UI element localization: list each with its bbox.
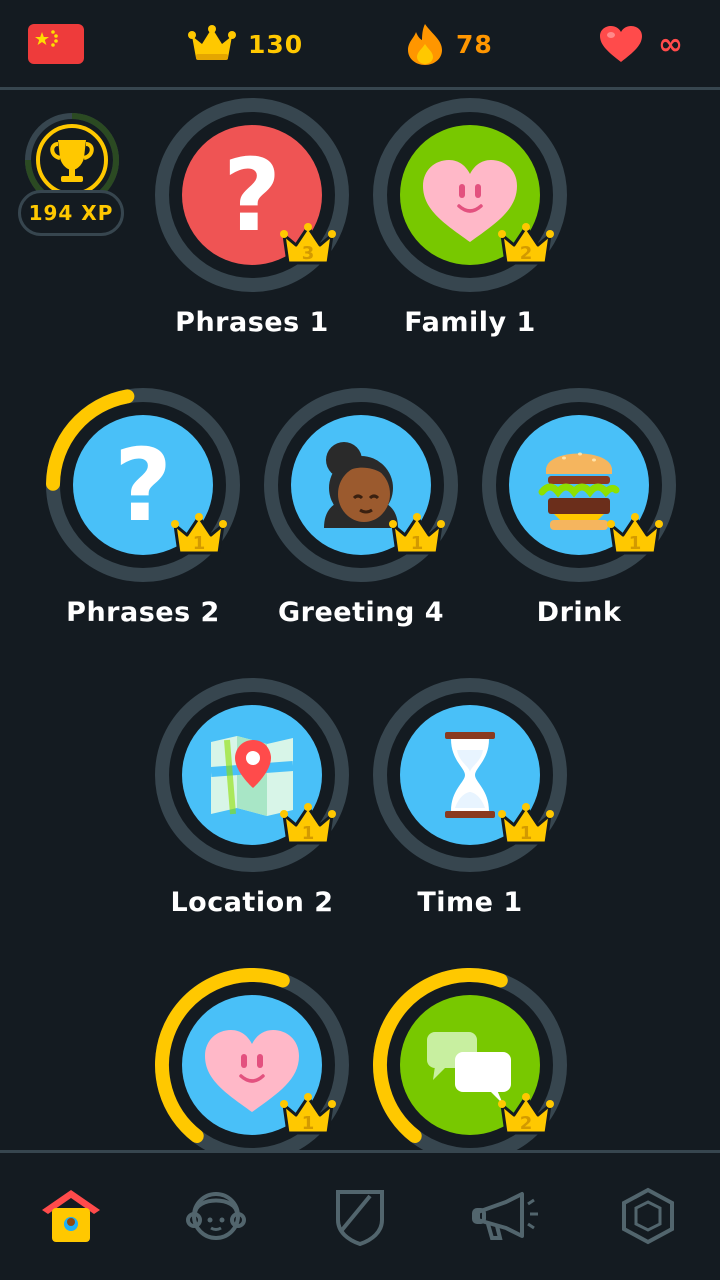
crown-level: 1 bbox=[629, 533, 642, 554]
heart-icon bbox=[600, 26, 642, 62]
crown-icon bbox=[188, 25, 236, 60]
skill-node[interactable]: 1 Drink bbox=[479, 385, 679, 645]
crown-level-icon: 1 bbox=[280, 1093, 336, 1135]
skill-label: Drink bbox=[536, 597, 622, 628]
streak-count: 78 bbox=[456, 29, 493, 59]
svg-text:?: ? bbox=[114, 427, 172, 544]
home-icon bbox=[42, 1190, 100, 1242]
crown-level: 1 bbox=[193, 533, 206, 554]
nav-shop[interactable] bbox=[608, 1181, 688, 1251]
skill-label: Time 1 bbox=[417, 887, 523, 918]
crown-level-icon: 2 bbox=[498, 223, 554, 265]
nav-learn[interactable] bbox=[31, 1181, 111, 1251]
crown-level-icon: 1 bbox=[171, 513, 227, 555]
skill-node[interactable]: 1 Greeting 4 bbox=[261, 385, 461, 645]
megaphone-icon bbox=[472, 1192, 538, 1240]
hearts-counter[interactable]: ∞ bbox=[598, 22, 684, 66]
nav-news[interactable] bbox=[465, 1181, 545, 1251]
chinese-flag-icon[interactable] bbox=[28, 24, 84, 64]
crown-level: 1 bbox=[302, 1113, 315, 1134]
skill-label: Family 1 bbox=[404, 307, 536, 338]
shield-icon bbox=[336, 1190, 384, 1246]
hearts-count: ∞ bbox=[658, 26, 684, 62]
crown-level-icon: 1 bbox=[389, 513, 445, 555]
crown-level-icon: 1 bbox=[498, 803, 554, 845]
bottom-nav bbox=[0, 1153, 720, 1280]
crown-level: 1 bbox=[520, 823, 533, 844]
crown-level: 2 bbox=[520, 243, 533, 264]
crown-level-icon: 2 bbox=[498, 1093, 554, 1135]
crowns-counter[interactable]: 130 bbox=[188, 22, 303, 66]
header-divider bbox=[0, 87, 720, 90]
skill-node[interactable]: 2 Family 1 bbox=[370, 95, 570, 355]
skill-node[interactable]: ? 1 Phrases 2 bbox=[43, 385, 243, 645]
flame-icon bbox=[408, 24, 442, 65]
crowns-count: 130 bbox=[248, 29, 304, 59]
skill-node[interactable]: 1 Location 2 bbox=[152, 675, 352, 935]
nav-leaderboard[interactable] bbox=[320, 1181, 400, 1251]
crown-level-icon: 1 bbox=[607, 513, 663, 555]
skill-node[interactable]: ? 3 Phrases 1 bbox=[152, 95, 352, 355]
nav-profile[interactable] bbox=[176, 1181, 256, 1251]
skill-node[interactable]: 1 Time 1 bbox=[370, 675, 570, 935]
top-bar: 130 78 ∞ bbox=[0, 0, 720, 88]
crown-level: 3 bbox=[302, 243, 315, 264]
crown-level: 1 bbox=[411, 533, 424, 554]
svg-text:?: ? bbox=[223, 137, 281, 254]
crown-level-icon: 3 bbox=[280, 223, 336, 265]
crown-level: 1 bbox=[302, 823, 315, 844]
crown-level: 2 bbox=[520, 1113, 533, 1134]
streak-counter[interactable]: 78 bbox=[406, 22, 493, 66]
gem-icon bbox=[622, 1187, 674, 1245]
crown-level-icon: 1 bbox=[280, 803, 336, 845]
xp-badge: 194 XP bbox=[18, 190, 124, 236]
profile-icon bbox=[186, 1192, 246, 1240]
